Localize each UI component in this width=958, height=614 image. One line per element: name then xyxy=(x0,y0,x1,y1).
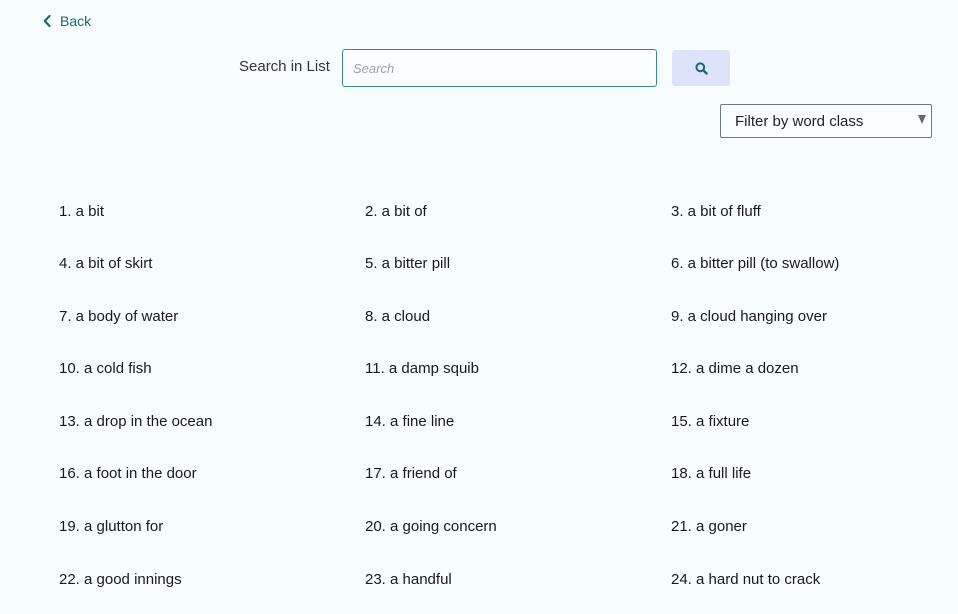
word-list-item[interactable]: 9. a cloud hanging over xyxy=(671,298,949,334)
word-list-item[interactable]: 5. a bitter pill xyxy=(365,246,671,282)
word-list-item[interactable]: 13. a drop in the ocean xyxy=(59,403,365,439)
word-list-item[interactable]: 2. a bit of xyxy=(365,193,671,229)
search-button[interactable] xyxy=(672,50,730,86)
word-list-item[interactable]: 14. a fine line xyxy=(365,403,671,439)
word-list-item[interactable]: 20. a going concern xyxy=(365,509,671,545)
word-class-filter[interactable]: Filter by word class xyxy=(720,104,932,138)
back-label: Back xyxy=(60,13,92,29)
word-list-item[interactable]: 15. a fixture xyxy=(671,403,949,439)
back-link[interactable]: Back xyxy=(43,13,91,29)
word-list-item[interactable]: 19. a glutton for xyxy=(59,509,365,545)
word-list-item[interactable]: 21. a goner xyxy=(671,509,949,545)
word-list-item[interactable]: 24. a hard nut to crack xyxy=(671,561,949,597)
search-icon xyxy=(694,61,708,75)
search-input[interactable] xyxy=(342,49,657,87)
word-list-item[interactable]: 12. a dime a dozen xyxy=(671,351,949,387)
word-list-item[interactable]: 17. a friend of xyxy=(365,456,671,492)
word-list-item[interactable]: 1. a bit xyxy=(59,193,365,229)
word-list: 1. a bit 2. a bit of 3. a bit of fluff 4. a… xyxy=(59,193,949,614)
chevron-left-icon xyxy=(43,15,51,27)
search-row: Search in List xyxy=(239,49,730,87)
word-list-item[interactable]: 16. a foot in the door xyxy=(59,456,365,492)
word-list-item[interactable]: 7. a body of water xyxy=(59,298,365,334)
word-list-item[interactable]: 8. a cloud xyxy=(365,298,671,334)
search-label: Search in List xyxy=(239,57,330,75)
dropdown-arrow-icon xyxy=(918,115,926,124)
word-list-item[interactable]: 4. a bit of skirt xyxy=(59,246,365,282)
word-list-item[interactable]: 23. a handful xyxy=(365,561,671,597)
word-list-item[interactable]: 10. a cold fish xyxy=(59,351,365,387)
word-list-item[interactable]: 22. a good innings xyxy=(59,561,365,597)
word-list-item[interactable]: 11. a damp squib xyxy=(365,351,671,387)
filter-selected-label: Filter by word class xyxy=(735,112,864,130)
word-list-item[interactable]: 18. a full life xyxy=(671,456,949,492)
word-list-item[interactable]: 3. a bit of fluff xyxy=(671,193,949,229)
word-list-item[interactable]: 6. a bitter pill (to swallow) xyxy=(671,246,949,282)
